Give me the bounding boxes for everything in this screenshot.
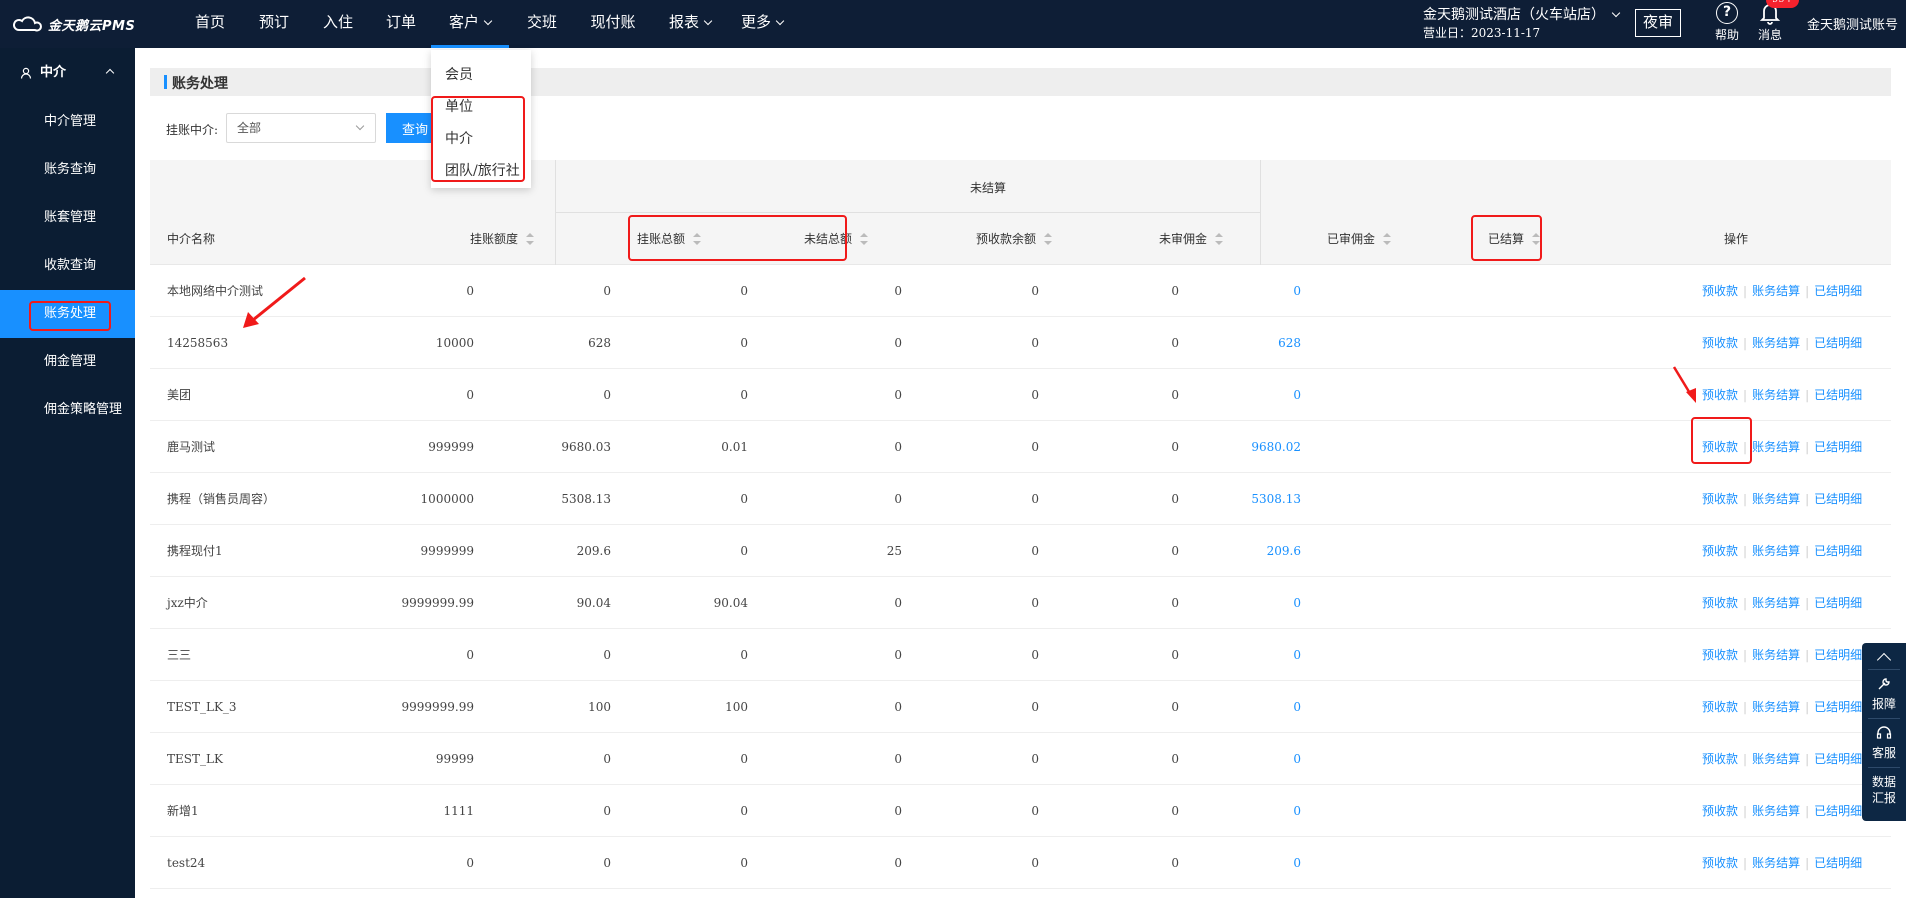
sidebar-section-agency[interactable]: 中介 xyxy=(0,48,135,98)
sidebar-item-account-query[interactable]: 账务查询 xyxy=(0,146,135,194)
nav-label: 更多 xyxy=(740,13,771,31)
annotation-arrows xyxy=(243,276,1696,403)
account-menu[interactable]: 金天鹅测试账号 xyxy=(1807,14,1898,33)
sidebar: 中介 中介管理 账务查询 账套管理 收款查询 账务处理 佣金管理 佣金策略管理 xyxy=(0,48,135,898)
chevron-down-icon xyxy=(775,16,785,26)
business-date: 营业日：2023-11-17 xyxy=(1423,26,1541,40)
top-navbar: 金天鹅云PMS 首页 预订 入住 订单 客户 交班 现付账 报表 更多 金天鹅测… xyxy=(0,0,1906,48)
sidebar-section-label: 中介 xyxy=(40,65,67,80)
nav-label: 首页 xyxy=(194,13,225,31)
highlight-box xyxy=(29,301,111,331)
nav-home[interactable]: 首页 xyxy=(188,0,232,48)
nav-cash-account[interactable]: 现付账 xyxy=(584,0,642,48)
sidebar-item-agency-manage[interactable]: 中介管理 xyxy=(0,98,135,146)
nav-label: 预订 xyxy=(258,13,289,31)
nav-customer[interactable]: 客户 xyxy=(431,0,509,48)
nav-label: 入住 xyxy=(322,13,353,31)
messages-label: 消息 xyxy=(1757,28,1782,42)
hotel-switcher[interactable]: 金天鹅测试酒店（火车站店） xyxy=(1423,4,1621,24)
data-report-button[interactable]: 数据 汇报 xyxy=(1862,772,1906,808)
nav-checkin[interactable]: 入住 xyxy=(316,0,360,48)
logo[interactable]: 金天鹅云PMS xyxy=(12,12,135,36)
wrench-icon xyxy=(1878,678,1890,690)
report-issue-button[interactable]: 报障 xyxy=(1862,674,1906,714)
cloud-logo-icon xyxy=(12,15,42,33)
main-content: 账务处理 挂账中介: 全部 查询 未结算 中介名称 挂账额度 挂账总额 未结总额… xyxy=(135,48,1906,898)
tool-divider xyxy=(1868,767,1900,768)
floating-toolbar: 报障 客服 数据 汇报 xyxy=(1862,643,1906,821)
tool-divider xyxy=(1868,669,1900,670)
chevron-down-icon xyxy=(1611,8,1621,18)
message-badge: 99+ xyxy=(1766,0,1800,8)
night-audit-button[interactable]: 夜审 xyxy=(1635,9,1681,37)
nav-label: 现付账 xyxy=(590,13,636,31)
chevron-down-icon xyxy=(483,16,493,26)
help-button[interactable]: ? 帮助 xyxy=(1707,0,1747,43)
nav-shift[interactable]: 交班 xyxy=(520,0,564,48)
chevron-down-icon xyxy=(703,16,713,26)
user-icon xyxy=(20,67,32,79)
data-report-label: 数据 xyxy=(1871,775,1896,789)
nav-reports[interactable]: 报表 xyxy=(664,0,716,48)
nav-label: 报表 xyxy=(668,13,699,31)
customer-service-button[interactable]: 客服 xyxy=(1862,723,1906,763)
highlight-box xyxy=(431,96,525,182)
sidebar-item-commission-manage[interactable]: 佣金管理 xyxy=(0,338,135,386)
menu-item-member[interactable]: 会员 xyxy=(445,64,473,84)
data-report-label: 汇报 xyxy=(1871,791,1896,805)
back-to-top-icon[interactable] xyxy=(1876,652,1892,668)
help-label: 帮助 xyxy=(1714,28,1739,42)
nav-label: 订单 xyxy=(385,13,416,31)
nav-label: 客户 xyxy=(448,13,479,31)
logo-text: 金天鹅云PMS xyxy=(48,18,136,34)
customer-service-label: 客服 xyxy=(1871,746,1896,760)
report-issue-label: 报障 xyxy=(1871,697,1896,711)
sidebar-item-ledger-manage[interactable]: 账套管理 xyxy=(0,194,135,242)
hotel-name: 金天鹅测试酒店（火车站店） xyxy=(1423,7,1605,23)
nav-label: 交班 xyxy=(526,13,557,31)
sidebar-item-commission-strategy[interactable]: 佣金策略管理 xyxy=(0,386,135,434)
headset-icon xyxy=(1876,726,1892,739)
help-icon: ? xyxy=(1716,2,1738,24)
nav-orders[interactable]: 订单 xyxy=(379,0,423,48)
chevron-up-icon xyxy=(105,68,115,78)
nav-booking[interactable]: 预订 xyxy=(252,0,296,48)
tool-divider xyxy=(1868,718,1900,719)
sidebar-item-receipt-query[interactable]: 收款查询 xyxy=(0,242,135,290)
nav-more[interactable]: 更多 xyxy=(736,0,788,48)
